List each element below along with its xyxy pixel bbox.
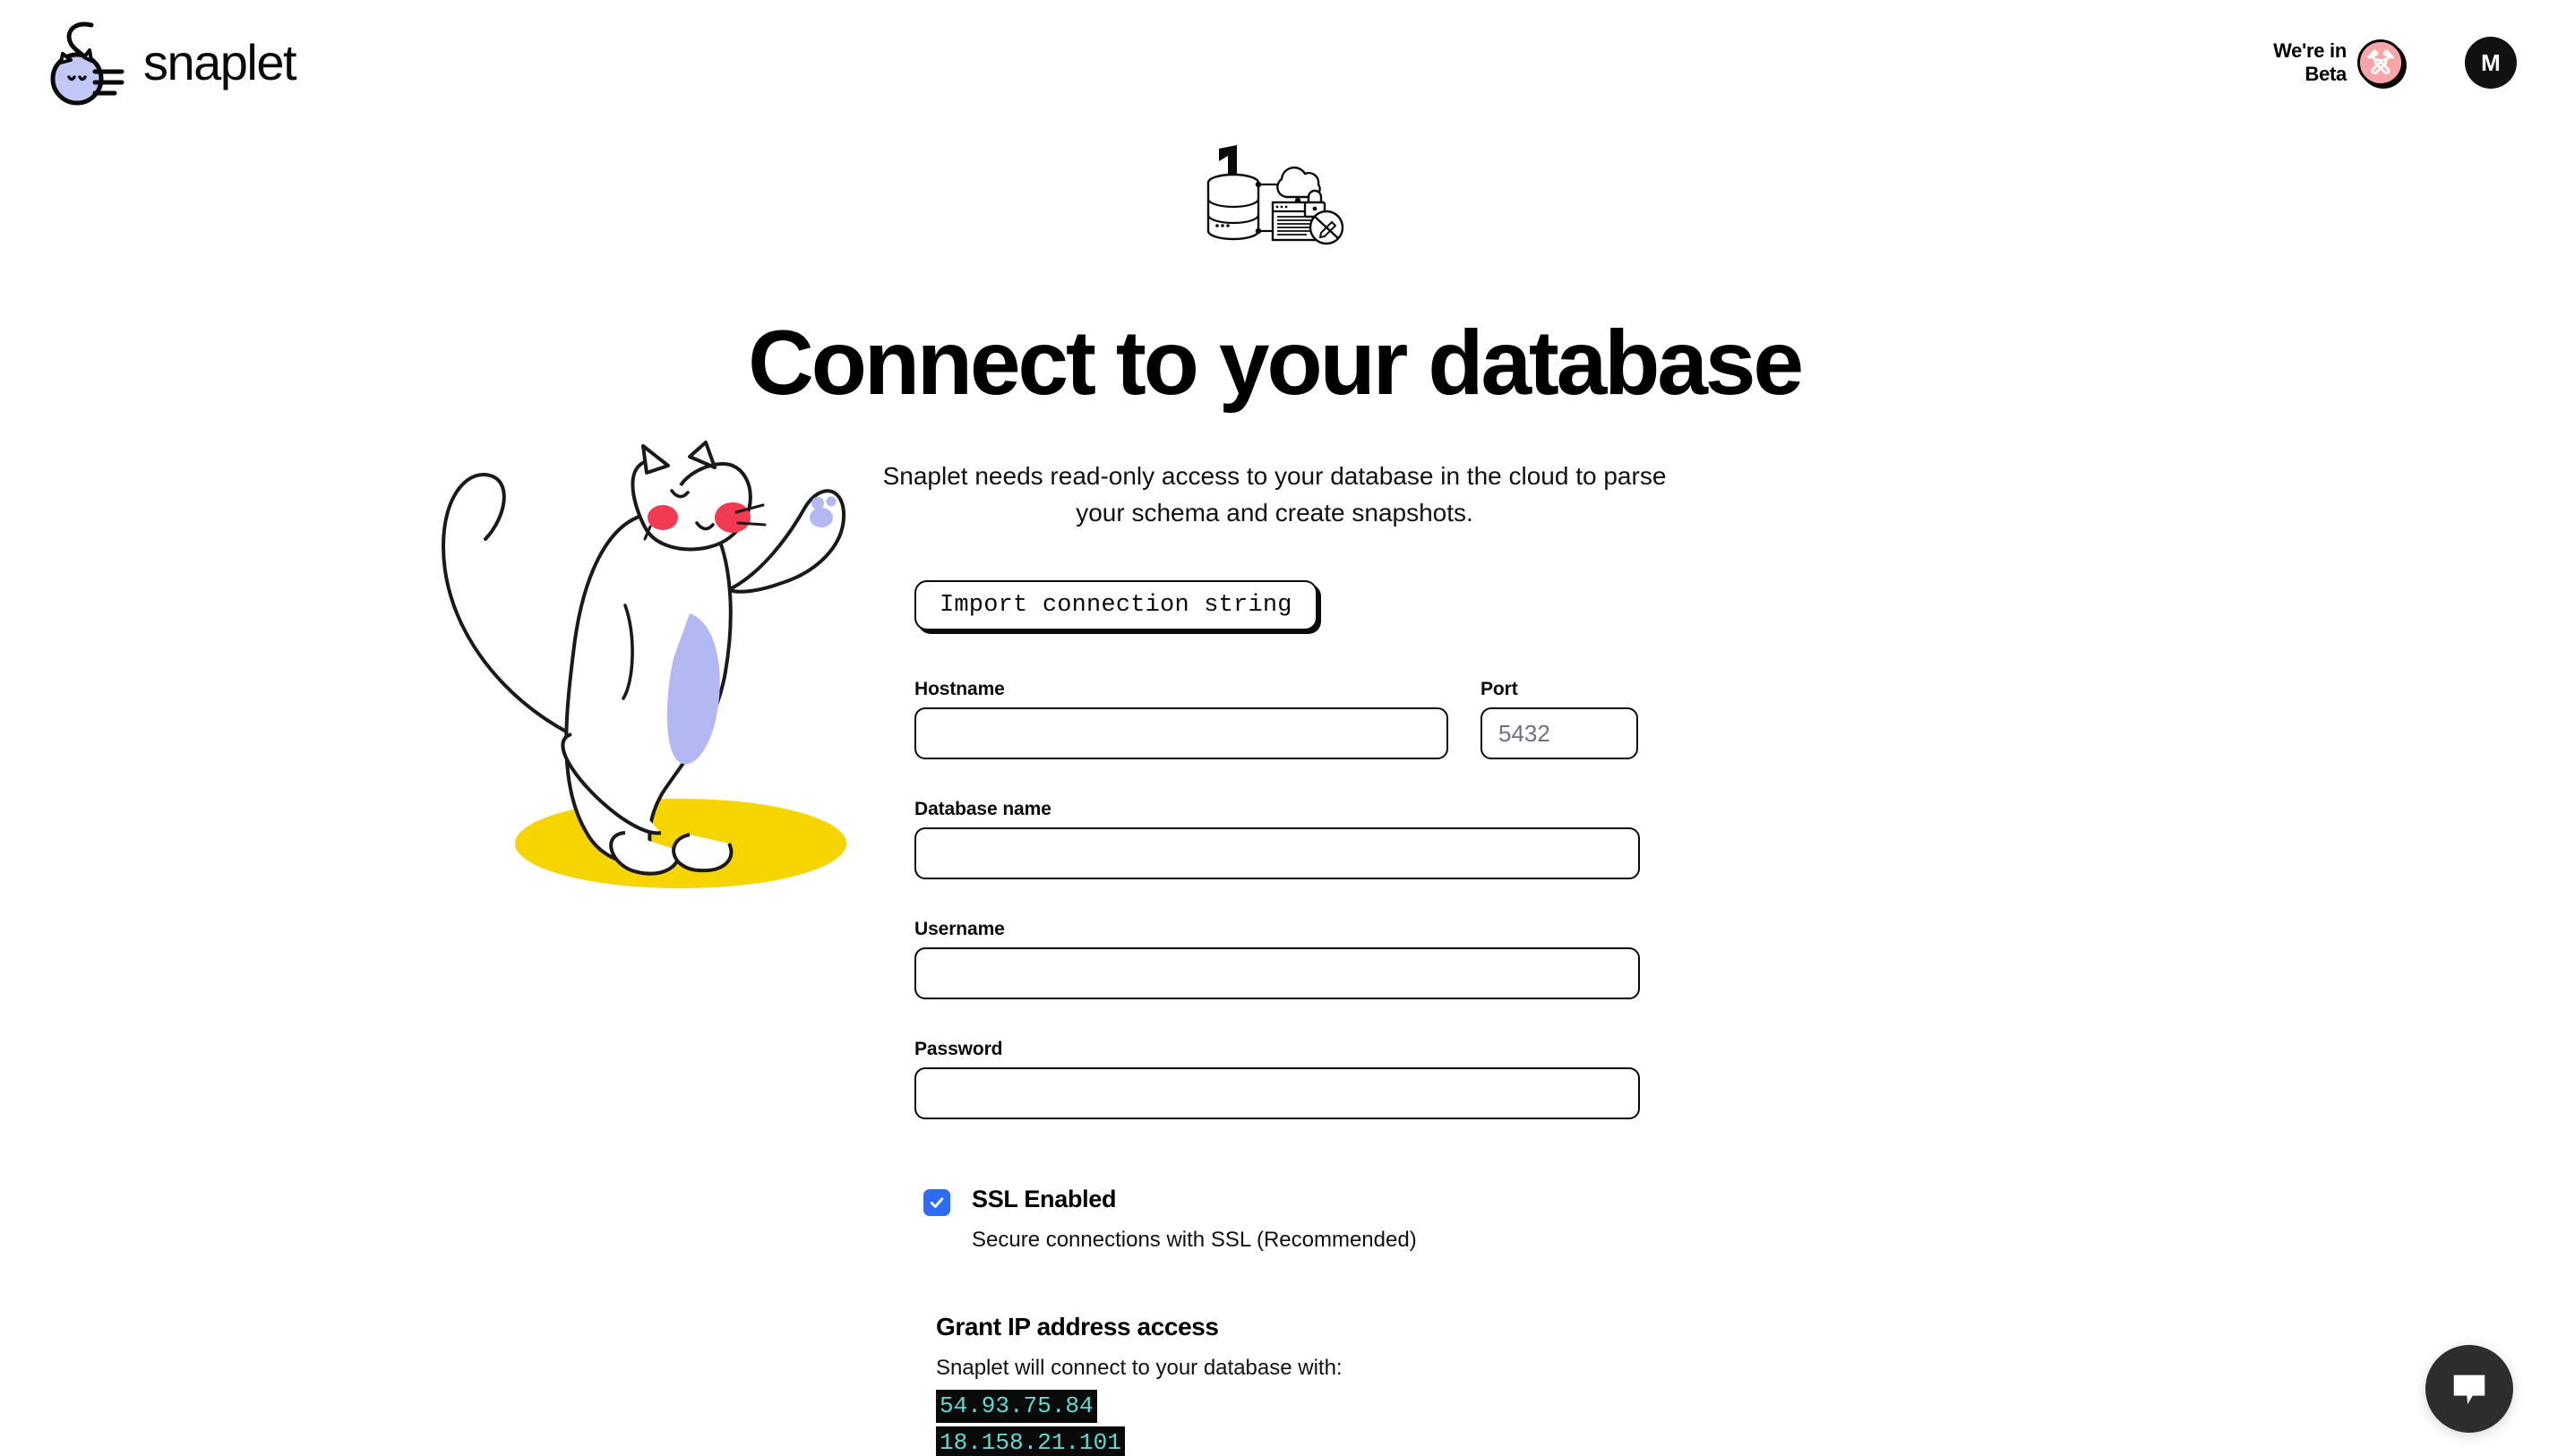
brand-name: snaplet <box>143 34 297 90</box>
ssl-enabled-title: SSL Enabled <box>972 1186 1117 1212</box>
ip-address-line: 54.93.75.84 <box>936 1390 1640 1424</box>
app-header: snaplet We're in Beta M <box>0 0 2549 125</box>
beta-badge-group[interactable]: We're in Beta <box>2273 39 2404 86</box>
password-label: Password <box>914 1039 1003 1059</box>
username-label: Username <box>914 919 1005 939</box>
checkmark-icon <box>928 1194 946 1212</box>
import-connection-string-button[interactable]: Import connection string <box>914 580 1317 630</box>
page-subtitle: Snaplet needs read-only access to your d… <box>882 462 1667 527</box>
ip-address-list: 54.93.75.84 18.158.21.101 <box>936 1390 1640 1456</box>
crossed-wrenches-icon <box>2357 39 2404 86</box>
ip-address-line: 18.158.21.101 <box>936 1426 1640 1456</box>
ssl-text-group: SSL Enabled Secure connections with SSL … <box>972 1186 1417 1254</box>
header-actions: We're in Beta M <box>2273 37 2517 89</box>
chat-widget-button[interactable] <box>2425 1345 2513 1433</box>
database-cloud-readonly-illustration <box>1194 143 1355 258</box>
standing-cat-illustration <box>421 430 869 895</box>
ip-address-chip: 18.158.21.101 <box>936 1426 1125 1456</box>
grant-ip-title: Grant IP address access <box>936 1313 1219 1341</box>
avatar[interactable]: M <box>2465 37 2517 89</box>
password-field-group: Password <box>914 1039 1640 1119</box>
port-input[interactable] <box>1480 707 1638 759</box>
hostname-field-group: Hostname <box>914 679 1448 759</box>
ssl-enabled-description: Secure connections with SSL (Recommended… <box>972 1228 1417 1253</box>
host-port-row: Hostname Port <box>914 679 1640 759</box>
grant-ip-description: Snaplet will connect to your database wi… <box>936 1356 1343 1381</box>
hostname-input[interactable] <box>914 707 1448 759</box>
grant-ip-access-section: Grant IP address access Snaplet will con… <box>914 1313 1640 1456</box>
hostname-label: Hostname <box>914 679 1005 699</box>
port-field-group: Port <box>1480 679 1638 759</box>
database-name-input[interactable] <box>914 827 1640 879</box>
ssl-enabled-row[interactable]: SSL Enabled Secure connections with SSL … <box>914 1186 1640 1254</box>
chat-bubble-icon <box>2449 1368 2490 1409</box>
port-label: Port <box>1480 679 1518 699</box>
database-name-field-group: Database name <box>914 799 1640 879</box>
ssl-enabled-checkbox[interactable] <box>923 1189 950 1216</box>
beta-label: We're in Beta <box>2273 39 2347 85</box>
avatar-initial: M <box>2481 48 2501 76</box>
database-name-label: Database name <box>914 799 1051 819</box>
username-input[interactable] <box>914 947 1640 999</box>
connection-form: Import connection string Hostname Port D… <box>914 580 1640 1456</box>
username-field-group: Username <box>914 919 1640 999</box>
ip-address-chip: 54.93.75.84 <box>936 1390 1097 1424</box>
page-title: Connect to your database <box>748 312 1804 414</box>
snaplet-cat-logo-icon <box>39 16 140 109</box>
password-input[interactable] <box>914 1067 1640 1119</box>
brand-logo[interactable]: snaplet <box>39 16 297 109</box>
